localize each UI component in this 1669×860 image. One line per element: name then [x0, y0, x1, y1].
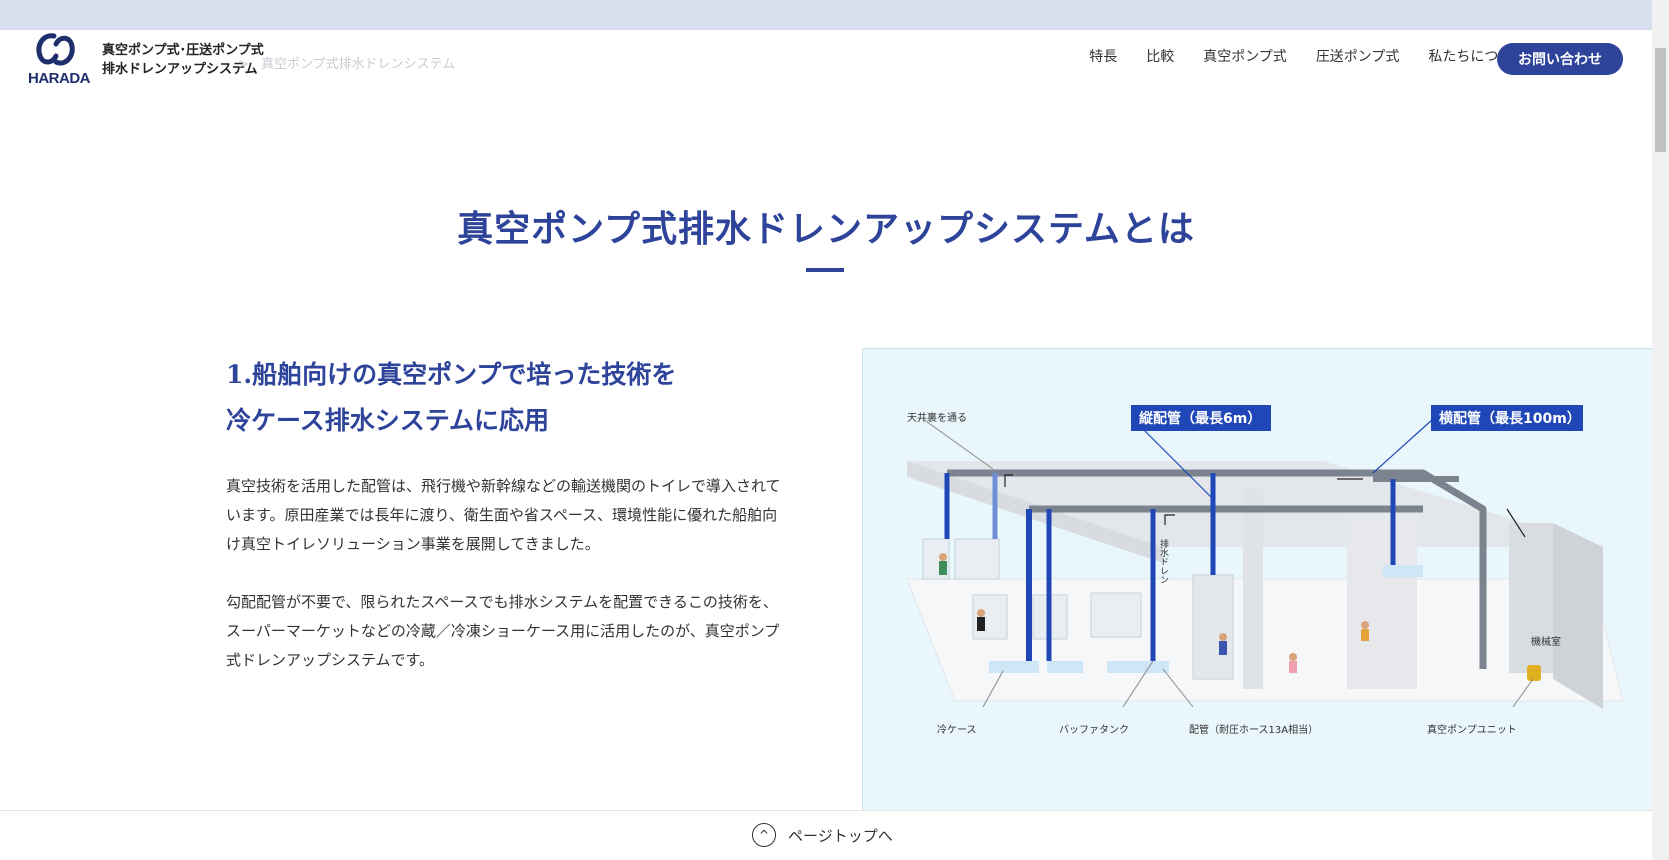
- nav-item-comparison[interactable]: 比較: [1146, 46, 1174, 66]
- main-nav: 特長 比較 真空ポンプ式 圧送ポンプ式 私たちについて: [1089, 46, 1526, 66]
- nav-item-features[interactable]: 特長: [1089, 46, 1117, 66]
- diagram-label-cold-case: 冷ケース: [937, 723, 977, 736]
- chevron-up-icon: ^: [752, 823, 776, 847]
- breadcrumb-current: 真空ポンプ式排水ドレンシステム: [261, 57, 456, 72]
- page-top-label: ページトップへ: [788, 826, 893, 845]
- site-header: HARADA 真空ポンプ式･圧送ポンプ式 排水ドレンアップシステム > 真空ポン…: [0, 30, 1652, 87]
- contact-button[interactable]: お問い合わせ: [1497, 43, 1623, 75]
- diagram-label-machine-room: 機械室: [1531, 635, 1561, 648]
- diagram-label-drain: 排水ドレン: [1158, 538, 1169, 584]
- section-heading: 1.船舶向けの真空ポンプで培った技術を 冷ケース排水システムに応用: [226, 352, 676, 444]
- harada-logo-icon: [36, 33, 75, 66]
- harada-logo[interactable]: HARADA: [28, 30, 91, 90]
- system-diagram-illustration: 天井裏を通る 縦配管（最長6m） 横配管（最長100m） 排水ドレン 機械室 冷…: [906, 405, 1624, 736]
- diagram-label-pipe: 配管（耐圧ホース13A相当）: [1189, 723, 1318, 736]
- breadcrumb: > 真空ポンプ式排水ドレンシステム: [230, 53, 455, 72]
- vertical-scrollbar[interactable]: [1652, 0, 1669, 860]
- scrollbar-thumb[interactable]: [1655, 48, 1666, 152]
- nav-item-vacuum-pump[interactable]: 真空ポンプ式: [1203, 46, 1287, 66]
- top-strip: [0, 0, 1652, 30]
- nav-item-pressure-pump[interactable]: 圧送ポンプ式: [1316, 46, 1400, 66]
- section-paragraph-1: 真空技術を活用した配管は、飛行機や新幹線などの輸送機関のトイレで導入されています…: [226, 477, 781, 553]
- diagram-label-pump-unit: 真空ポンプユニット: [1427, 723, 1517, 736]
- section-heading-line-2: 冷ケース排水システムに応用: [226, 406, 550, 435]
- page-title: 真空ポンプ式排水ドレンアップシステムとは: [457, 208, 1195, 250]
- breadcrumb-separator: >: [238, 57, 249, 72]
- diagram-label-ceiling: 天井裏を通る: [907, 411, 967, 424]
- logo-wordmark: HARADA: [28, 70, 91, 87]
- title-underline: [806, 268, 844, 272]
- system-diagram: 天井裏を通る 縦配管（最長6m） 横配管（最長100m） 排水ドレン 機械室 冷…: [862, 348, 1652, 810]
- page-top-link[interactable]: ^ ページトップへ: [752, 823, 893, 847]
- section-heading-line-1: 1.船舶向けの真空ポンプで培った技術を: [226, 360, 677, 389]
- diagram-label-horizontal: 横配管（最長100m）: [1439, 410, 1581, 427]
- diagram-label-buffer-tank: バッファタンク: [1059, 724, 1129, 736]
- section-paragraph-2: 勾配配管が不要で、限られたスペースでも排水システムを配置できるこの技術を、スーパ…: [226, 593, 780, 669]
- diagram-label-vertical: 縦配管（最長6m）: [1139, 410, 1261, 427]
- footer-bar: ^ ページトップへ: [0, 810, 1652, 860]
